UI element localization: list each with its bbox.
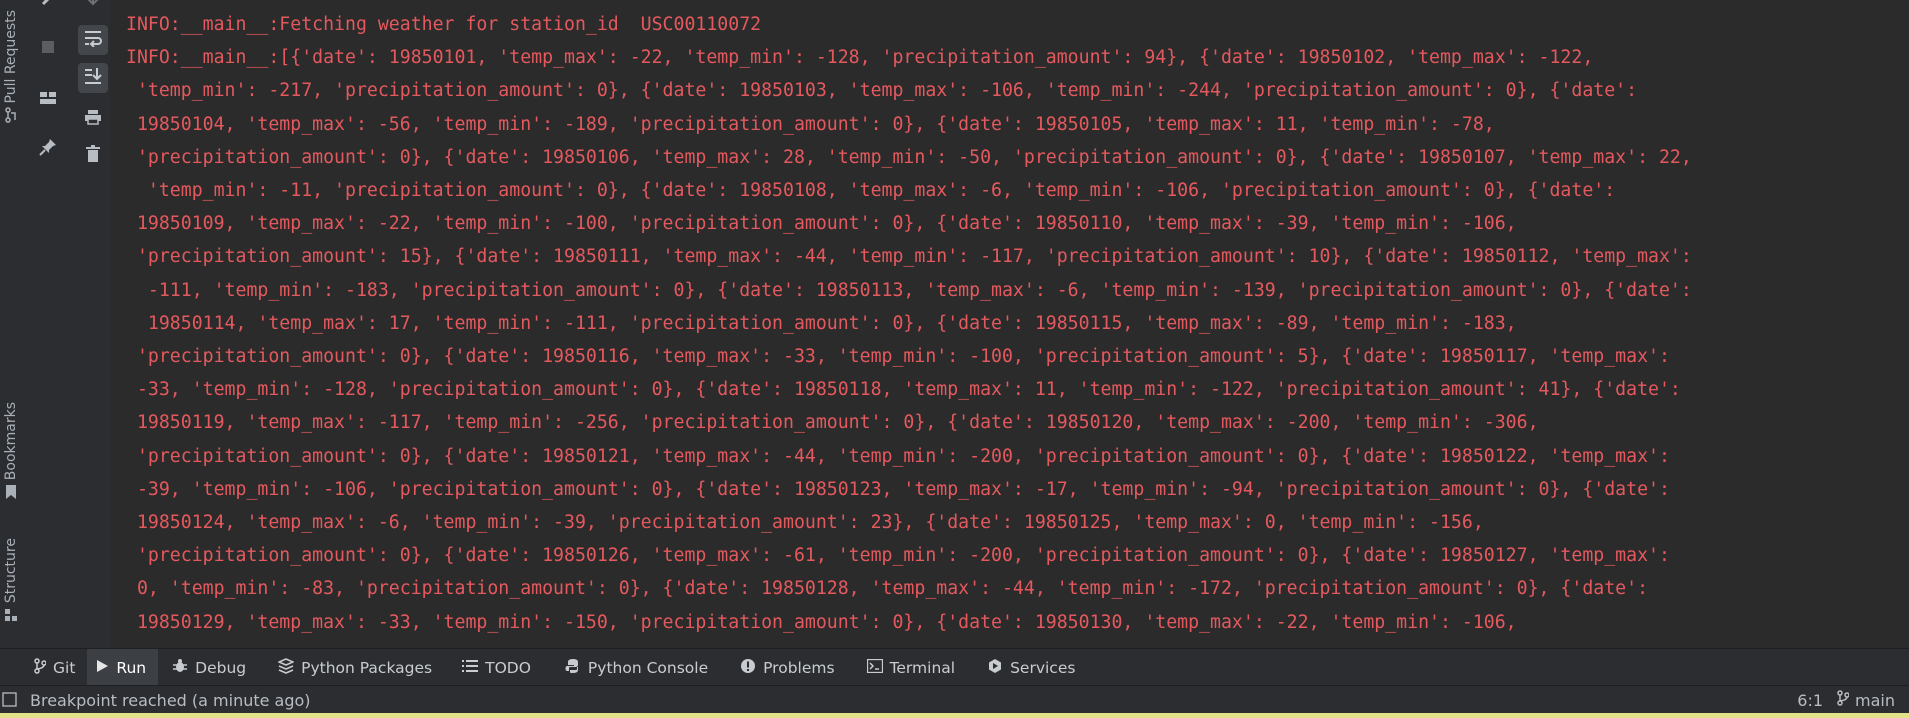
- console-line: -39, 'temp_min': -106, 'precipitation_am…: [126, 478, 1670, 500]
- pin-button[interactable]: [33, 134, 63, 164]
- left-tool-strip: Pull Requests Bookmarks Structure: [0, 0, 23, 648]
- console-output: INFO:__main__:Fetching weather for stati…: [110, 0, 1909, 639]
- toggle-tool-windows-icon[interactable]: [2, 692, 18, 708]
- tool-window-label: Debug: [195, 658, 247, 677]
- tool-window-label: Python Packages: [301, 658, 433, 677]
- tool-window-git[interactable]: Git: [0, 649, 87, 686]
- status-bar: Breakpoint reached (a minute ago) 6:1 ma…: [0, 685, 1909, 714]
- console-line: INFO:__main__:[{'date': 19850101, 'temp_…: [126, 47, 1594, 69]
- console-line: 'temp_min': -217, 'precipitation_amount'…: [126, 80, 1638, 102]
- run-icon: [95, 659, 109, 677]
- trash-icon: [85, 145, 101, 167]
- pull-requests-label: Pull Requests: [3, 10, 19, 104]
- tool-window-problems[interactable]: Problems: [720, 649, 846, 686]
- pull-request-icon: [4, 107, 18, 127]
- soft-wrap-button[interactable]: [78, 25, 108, 55]
- console-line: 19850104, 'temp_max': -56, 'temp_min': -…: [126, 113, 1495, 135]
- problems-icon: [740, 658, 756, 678]
- console-line: 'precipitation_amount': 0}, {'date': 198…: [126, 346, 1670, 368]
- tool-window-label: Run: [116, 658, 147, 677]
- scroll-to-end-button[interactable]: [78, 63, 108, 93]
- console-line: -33, 'temp_min': -128, 'precipitation_am…: [126, 379, 1681, 401]
- console-line: INFO:__main__:Fetching weather for stati…: [126, 14, 762, 35]
- python-console-icon: [565, 658, 581, 678]
- console-line: 19850114, 'temp_max': 17, 'temp_min': -1…: [126, 312, 1517, 334]
- console-line: 'temp_min': -11, 'precipitation_amount':…: [126, 180, 1616, 202]
- bookmark-icon: [5, 484, 17, 504]
- wrench-button[interactable]: [33, 0, 63, 16]
- terminal-icon: [866, 658, 883, 677]
- tool-window-label: Git: [53, 658, 76, 677]
- packages-icon: [277, 657, 296, 678]
- tool-window-run[interactable]: Run: [87, 649, 159, 686]
- stop-icon: [40, 39, 56, 59]
- console-line: 19850124, 'temp_max': -6, 'temp_min': -3…: [126, 512, 1484, 534]
- git-branch-widget[interactable]: main: [1837, 690, 1895, 710]
- layout-icon: [39, 90, 57, 109]
- tool-window-python-packages[interactable]: Python Packages: [258, 649, 444, 686]
- soft-wrap-icon: [83, 29, 103, 51]
- tool-window-label: TODO: [485, 658, 531, 677]
- tool-window-label: Services: [1010, 658, 1076, 677]
- services-icon: [987, 658, 1003, 678]
- debug-icon: [172, 658, 188, 678]
- tool-window-todo[interactable]: TODO: [444, 649, 543, 686]
- status-right: 6:1 main: [1797, 686, 1895, 714]
- wrench-icon: [40, 0, 56, 11]
- pull-requests-tab[interactable]: Pull Requests: [0, 10, 22, 127]
- tool-window-label: Python Console: [587, 658, 709, 677]
- structure-tab[interactable]: Structure: [0, 538, 22, 626]
- tool-window-label: Problems: [763, 658, 835, 677]
- tool-window-terminal[interactable]: Terminal: [847, 649, 968, 686]
- console-line: 'precipitation_amount': 0}, {'date': 198…: [126, 445, 1670, 467]
- print-button[interactable]: [78, 104, 108, 134]
- tool-window-python-console[interactable]: Python Console: [543, 649, 720, 686]
- bookmarks-tab[interactable]: Bookmarks: [0, 402, 22, 504]
- structure-label: Structure: [3, 538, 19, 604]
- todo-icon: [462, 659, 479, 677]
- status-message[interactable]: Breakpoint reached (a minute ago): [30, 691, 311, 710]
- run-console[interactable]: INFO:__main__:Fetching weather for stati…: [110, 0, 1909, 648]
- tool-window-services[interactable]: Services: [967, 649, 1087, 686]
- window-bottom-edge: [0, 713, 1909, 718]
- caret-position[interactable]: 6:1: [1797, 691, 1823, 710]
- console-line: 'precipitation_amount': 0}, {'date': 198…: [126, 545, 1670, 567]
- tool-window-label: Terminal: [889, 658, 956, 677]
- console-line: 19850129, 'temp_max': -33, 'temp_min': -…: [126, 611, 1517, 633]
- structure-icon: [4, 607, 18, 626]
- stop-button[interactable]: [33, 34, 63, 64]
- git-branch-icon: [34, 657, 47, 678]
- scroll-to-end-icon: [83, 67, 103, 89]
- print-icon: [84, 109, 102, 129]
- bookmarks-label: Bookmarks: [3, 402, 19, 481]
- console-line: 19850109, 'temp_max': -22, 'temp_min': -…: [126, 213, 1517, 235]
- branch-icon: [1837, 690, 1850, 710]
- down-arrow-icon: [85, 0, 101, 11]
- down-arrow-button[interactable]: [78, 0, 108, 16]
- branch-name: main: [1855, 690, 1895, 710]
- clear-button[interactable]: [78, 141, 108, 171]
- pin-icon: [39, 138, 57, 160]
- layout-button[interactable]: [33, 84, 63, 114]
- run-toolbar: [22, 0, 108, 648]
- console-line: -111, 'temp_min': -183, 'precipitation_a…: [126, 279, 1692, 301]
- console-line: 'precipitation_amount': 0}, {'date': 198…: [126, 146, 1692, 168]
- console-line: 'precipitation_amount': 15}, {'date': 19…: [126, 246, 1692, 268]
- console-line: 19850119, 'temp_max': -117, 'temp_min': …: [126, 412, 1539, 434]
- tool-window-bar: Git Run Debug Python Packages TODO Pytho…: [0, 648, 1909, 686]
- tool-window-debug[interactable]: Debug: [158, 649, 258, 686]
- console-line: 0, 'temp_min': -83, 'precipitation_amoun…: [126, 578, 1649, 600]
